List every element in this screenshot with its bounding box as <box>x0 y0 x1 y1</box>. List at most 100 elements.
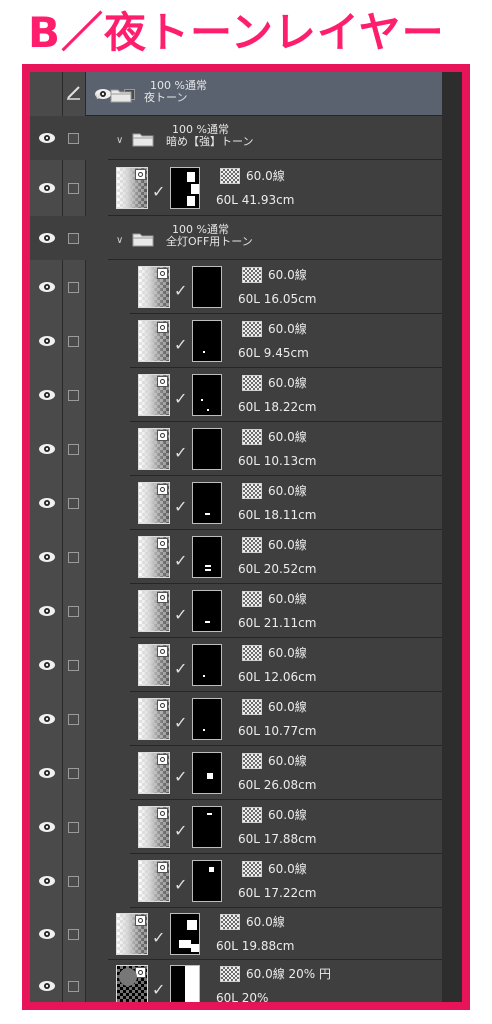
layer-thumbnail[interactable] <box>116 167 148 209</box>
lock-checkbox[interactable] <box>68 822 79 833</box>
layer-row[interactable]: ✓ 60.0線 20% 円 60L 20% <box>30 960 442 1002</box>
layer-row[interactable]: ✓ 60.0線 60L 18.22cm <box>30 368 442 422</box>
lock-checkbox[interactable] <box>68 552 79 563</box>
eye-icon[interactable] <box>38 232 56 244</box>
eye-icon[interactable] <box>38 928 56 940</box>
tone-pattern-icon <box>242 267 262 283</box>
eye-icon[interactable] <box>38 182 56 194</box>
tone-pattern-icon <box>242 861 262 877</box>
layer-thumbnail[interactable] <box>138 374 170 416</box>
layer-row[interactable]: ✓ 60.0線 60L 16.05cm <box>30 260 442 314</box>
lock-checkbox[interactable] <box>68 981 79 992</box>
layer-row[interactable]: ✓ 60.0線 60L 19.88cm <box>30 908 442 960</box>
eye-icon[interactable] <box>38 389 56 401</box>
layer-row[interactable]: ✓ 60.0線 60L 21.11cm <box>30 584 442 638</box>
layer-row[interactable]: ✓ 60.0線 60L 17.88cm <box>30 800 442 854</box>
eye-icon[interactable] <box>38 132 56 144</box>
eye-icon[interactable] <box>38 980 56 992</box>
scrollbar[interactable] <box>442 72 462 1002</box>
lock-checkbox[interactable] <box>68 336 79 347</box>
tone-line-count: 60.0線 <box>268 700 307 714</box>
eye-icon[interactable] <box>38 281 56 293</box>
lock-checkbox[interactable] <box>68 498 79 509</box>
eye-icon[interactable] <box>38 497 56 509</box>
layer-mask-thumbnail[interactable] <box>192 644 222 686</box>
layer-row[interactable]: ✓ 60.0線 60L 18.11cm <box>30 476 442 530</box>
lock-checkbox[interactable] <box>68 390 79 401</box>
layer-row[interactable]: ✓ 60.0線 60L 12.06cm <box>30 638 442 692</box>
mask-white-area <box>203 729 205 731</box>
layer-row[interactable]: ✓ 60.0線 60L 10.13cm <box>30 422 442 476</box>
lock-checkbox[interactable] <box>68 660 79 671</box>
link-check-icon: ✓ <box>174 767 188 786</box>
layer-info: 60L 19.88cm <box>216 939 295 953</box>
layer-mask-thumbnail[interactable] <box>192 860 222 902</box>
eye-icon[interactable] <box>38 605 56 617</box>
eye-icon[interactable] <box>38 659 56 671</box>
layer-thumbnail[interactable] <box>138 536 170 578</box>
layer-thumbnail[interactable] <box>138 590 170 632</box>
layer-mask-thumbnail[interactable] <box>192 320 222 362</box>
lock-checkbox[interactable] <box>68 714 79 725</box>
layer-thumbnail[interactable] <box>138 752 170 794</box>
circle-icon <box>119 968 137 986</box>
eye-icon[interactable] <box>38 767 56 779</box>
layer-thumbnail[interactable] <box>116 965 148 1002</box>
lock-checkbox[interactable] <box>68 282 79 293</box>
tone-badge-icon <box>157 646 168 657</box>
layer-thumbnail[interactable] <box>138 860 170 902</box>
lock-checkbox[interactable] <box>68 183 79 194</box>
layer-mask-thumbnail[interactable] <box>192 428 222 470</box>
layer-thumbnail[interactable] <box>138 428 170 470</box>
folder-row[interactable]: ∨ 100 %通常 全灯OFF用トーン <box>30 216 442 260</box>
lock-checkbox[interactable] <box>68 768 79 779</box>
eye-icon[interactable] <box>38 713 56 725</box>
lock-checkbox[interactable] <box>68 876 79 887</box>
lock-checkbox[interactable] <box>68 606 79 617</box>
eye-icon[interactable] <box>38 443 56 455</box>
lock-checkbox[interactable] <box>68 929 79 940</box>
chevron-down-icon[interactable]: ∨ <box>116 236 125 246</box>
lock-checkbox[interactable] <box>68 444 79 455</box>
lock-checkbox[interactable] <box>68 133 79 144</box>
layer-row[interactable]: ✓ 60.0線 60L 41.93cm <box>30 160 442 216</box>
layer-row[interactable]: ✓ 60.0線 60L 20.52cm <box>30 530 442 584</box>
layer-mask-thumbnail[interactable] <box>170 913 200 955</box>
chevron-down-icon[interactable]: ∨ <box>94 92 103 102</box>
eye-icon[interactable] <box>38 551 56 563</box>
layer-thumbnail[interactable] <box>138 698 170 740</box>
layer-mask-thumbnail[interactable] <box>170 167 200 209</box>
layer-thumbnail[interactable] <box>138 806 170 848</box>
eye-icon[interactable] <box>38 821 56 833</box>
layer-mask-thumbnail[interactable] <box>192 698 222 740</box>
eye-icon[interactable] <box>38 875 56 887</box>
layer-info: 60L 17.22cm <box>238 886 317 900</box>
mask-white-area <box>191 184 199 194</box>
folder-row[interactable]: ∨ 100 %通常 夜トーン <box>67 72 442 116</box>
layer-thumbnail[interactable] <box>138 320 170 362</box>
layer-mask-thumbnail[interactable] <box>192 752 222 794</box>
layer-mask-thumbnail[interactable] <box>192 806 222 848</box>
tone-pattern-icon <box>242 375 262 391</box>
layer-info: 60L 9.45cm <box>238 346 309 360</box>
layer-row[interactable]: ✓ 60.0線 60L 17.22cm <box>30 854 442 908</box>
layer-mask-thumbnail[interactable] <box>192 590 222 632</box>
layer-mask-thumbnail[interactable] <box>192 482 222 524</box>
layer-mask-thumbnail[interactable] <box>192 536 222 578</box>
chevron-down-icon[interactable]: ∨ <box>116 136 125 146</box>
layer-row[interactable]: ✓ 60.0線 60L 9.45cm <box>30 314 442 368</box>
tone-line-count: 60.0線 <box>268 376 307 390</box>
layer-thumbnail[interactable] <box>138 644 170 686</box>
layer-mask-thumbnail[interactable] <box>192 374 222 416</box>
layer-mask-thumbnail[interactable] <box>170 965 200 1002</box>
layer-mask-thumbnail[interactable] <box>192 266 222 308</box>
layer-row[interactable]: ✓ 60.0線 60L 26.08cm <box>30 746 442 800</box>
layer-thumbnail[interactable] <box>116 913 148 955</box>
eye-icon[interactable] <box>38 335 56 347</box>
layer-thumbnail[interactable] <box>138 482 170 524</box>
layer-info: 60L 10.77cm <box>238 724 317 738</box>
layer-thumbnail[interactable] <box>138 266 170 308</box>
folder-row[interactable]: ∨ 100 %通常 暗め【強】トーン <box>30 116 442 160</box>
lock-checkbox[interactable] <box>68 233 79 244</box>
layer-row[interactable]: ✓ 60.0線 60L 10.77cm <box>30 692 442 746</box>
